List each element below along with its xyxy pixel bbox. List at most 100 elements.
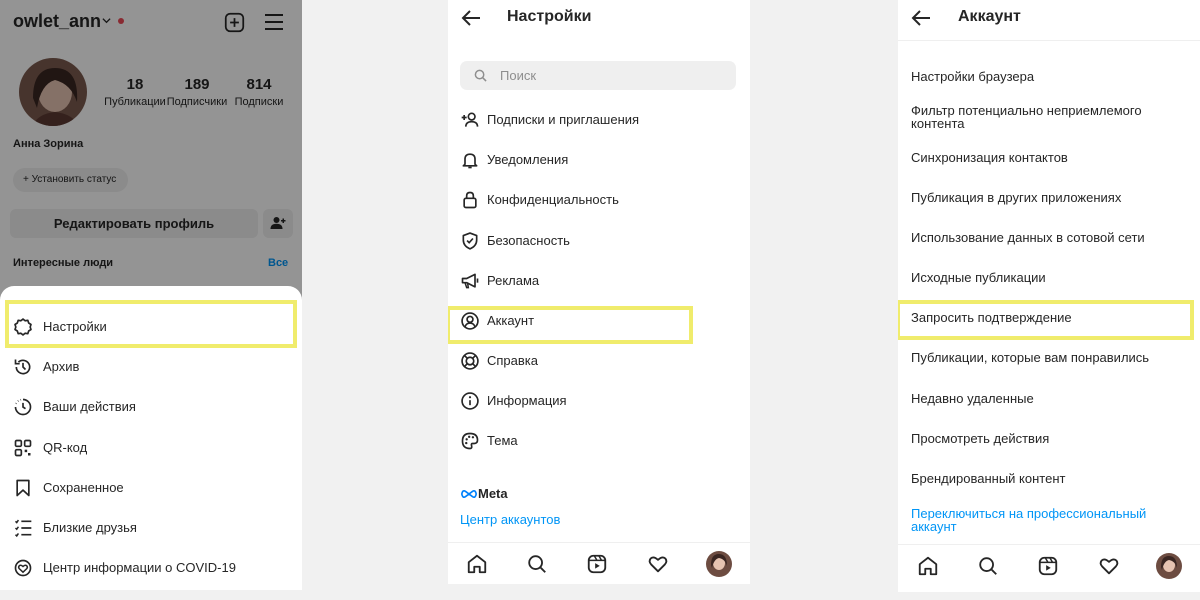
bottom-nav	[898, 544, 1200, 586]
account-item-sensitive-content[interactable]: Фильтр потенциально неприемлемого контен…	[898, 104, 1200, 134]
account-item-branded-content[interactable]: Брендированный контент	[898, 472, 1200, 496]
settings-item-label: Информация	[487, 393, 567, 408]
palette-icon	[461, 432, 479, 450]
archive-icon	[14, 359, 31, 375]
account-item-contacts-sync[interactable]: Синхронизация контактов	[898, 151, 1200, 175]
account-item-sharing-other-apps[interactable]: Публикация в других приложениях	[898, 191, 1200, 215]
settings-item-theme[interactable]: Тема	[448, 421, 750, 461]
back-arrow-icon[interactable]	[910, 8, 932, 28]
header-divider	[898, 40, 1200, 44]
bottom-sheet-menu: Настройки Архив Ваши действия QR-код Сох…	[0, 286, 302, 590]
account-item-label: Публикации, которые вам понравились	[911, 350, 1150, 365]
settings-item-account[interactable]: Аккаунт	[448, 301, 750, 341]
account-item-original-posts[interactable]: Исходные публикации	[898, 271, 1200, 295]
settings-item-help[interactable]: Справка	[448, 341, 750, 381]
menu-item-label: Центр информации о COVID-19	[43, 560, 236, 575]
shield-icon	[462, 232, 478, 250]
heart-icon[interactable]	[1098, 555, 1120, 577]
switch-to-professional-link[interactable]: Переключиться на профессиональный аккаун…	[898, 507, 1200, 537]
search-icon[interactable]	[526, 553, 548, 575]
settings-item-ads[interactable]: Реклама	[448, 261, 750, 301]
settings-item-label: Аккаунт	[487, 313, 535, 328]
lock-icon	[463, 191, 477, 209]
menu-item-label: Сохраненное	[43, 480, 124, 495]
page-title: Аккаунт	[958, 8, 1021, 25]
dim-overlay[interactable]	[0, 0, 302, 300]
settings-item-label: Реклама	[487, 273, 540, 288]
back-arrow-icon[interactable]	[460, 8, 482, 28]
menu-item-label: Настройки	[43, 319, 107, 334]
bottom-nav	[448, 542, 750, 584]
qr-code-icon	[14, 439, 32, 457]
menu-item-saved[interactable]: Сохраненное	[0, 468, 302, 508]
megaphone-icon	[461, 273, 479, 289]
settings-item-label: Безопасность	[487, 233, 570, 248]
menu-item-label: Ваши действия	[43, 399, 136, 414]
account-item-label: Запросить подтверждение	[911, 310, 1072, 325]
account-item-label: Переключиться на профессиональный аккаун…	[911, 506, 1147, 534]
settings-panel: Настройки Подписки и приглашения Уведомл…	[448, 0, 750, 584]
menu-item-settings[interactable]: Настройки	[0, 307, 302, 347]
profile-avatar[interactable]	[706, 551, 732, 577]
settings-item-privacy[interactable]: Конфиденциальность	[448, 180, 750, 220]
settings-item-label: Тема	[487, 433, 518, 448]
search-bar[interactable]	[460, 61, 736, 90]
settings-item-notifications[interactable]: Уведомления	[448, 140, 750, 180]
home-icon[interactable]	[917, 555, 939, 577]
menu-item-covid-info[interactable]: Центр информации о COVID-19	[0, 548, 302, 588]
account-item-label: Синхронизация контактов	[911, 150, 1068, 165]
account-item-label: Настройки браузера	[911, 69, 1035, 84]
accounts-center-link[interactable]: Центр аккаунтов	[460, 512, 560, 527]
account-panel: Аккаунт Настройки браузера Фильтр потенц…	[898, 0, 1200, 592]
follow-invite-icon	[461, 112, 479, 127]
settings-item-security[interactable]: Безопасность	[448, 221, 750, 261]
account-item-label: Просмотреть действия	[911, 431, 1050, 446]
account-item-request-verification[interactable]: Запросить подтверждение	[898, 311, 1200, 335]
settings-item-label: Справка	[487, 353, 538, 368]
account-item-review-activity[interactable]: Просмотреть действия	[898, 432, 1200, 456]
account-item-label: Публикация в других приложениях	[911, 190, 1122, 205]
settings-item-label: Уведомления	[487, 152, 569, 167]
account-item-label: Брендированный контент	[911, 471, 1066, 486]
search-icon[interactable]	[977, 555, 999, 577]
account-icon	[461, 312, 479, 330]
settings-item-about[interactable]: Информация	[448, 381, 750, 421]
menu-item-qr-code[interactable]: QR-код	[0, 428, 302, 468]
page-title: Настройки	[507, 8, 592, 25]
meta-infinity-icon	[460, 489, 478, 499]
search-icon	[474, 69, 487, 82]
account-item-browser-settings[interactable]: Настройки браузера	[898, 70, 1200, 94]
search-input[interactable]	[500, 61, 720, 90]
reels-icon[interactable]	[1037, 555, 1059, 577]
profile-avatar[interactable]	[1156, 553, 1182, 579]
account-item-label: Использование данных в сотовой сети	[911, 230, 1145, 245]
home-icon[interactable]	[466, 553, 488, 575]
settings-icon	[14, 318, 32, 336]
bell-icon	[462, 153, 478, 169]
account-item-recently-deleted[interactable]: Недавно удаленные	[898, 392, 1200, 416]
account-item-label: Недавно удаленные	[911, 391, 1034, 406]
account-item-label: Фильтр потенциально неприемлемого контен…	[911, 103, 1142, 131]
meta-label: Meta	[478, 486, 508, 501]
menu-item-label: Архив	[43, 359, 80, 374]
activity-icon	[14, 398, 32, 416]
profile-panel: owlet_ann 18 Публикации 189 Подписчики 8…	[0, 0, 302, 590]
settings-item-follow-invite[interactable]: Подписки и приглашения	[448, 100, 750, 140]
reels-icon[interactable]	[586, 553, 608, 575]
account-item-liked-posts[interactable]: Публикации, которые вам понравились	[898, 351, 1200, 375]
account-item-label: Исходные публикации	[911, 270, 1046, 285]
close-friends-icon	[14, 519, 32, 538]
settings-item-label: Подписки и приглашения	[487, 112, 640, 127]
covid-info-icon	[14, 559, 32, 577]
heart-icon[interactable]	[647, 553, 669, 575]
menu-item-your-activity[interactable]: Ваши действия	[0, 387, 302, 427]
menu-item-archive[interactable]: Архив	[0, 347, 302, 387]
account-item-cellular-data[interactable]: Использование данных в сотовой сети	[898, 231, 1200, 255]
menu-item-label: Близкие друзья	[43, 520, 137, 535]
meta-logo: Meta	[460, 486, 508, 501]
bookmark-icon	[16, 479, 30, 497]
settings-item-label: Конфиденциальность	[487, 192, 619, 207]
menu-item-close-friends[interactable]: Близкие друзья	[0, 508, 302, 548]
info-icon	[461, 392, 479, 410]
lifebuoy-icon	[461, 352, 479, 370]
